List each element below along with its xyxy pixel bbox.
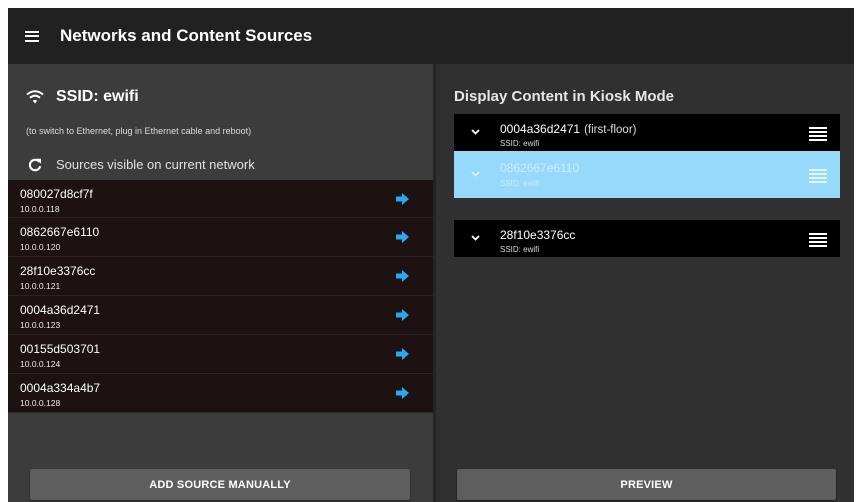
kiosk-item-name: 0004a36d2471 [500, 122, 581, 136]
kiosk-list: 0004a36d2471 (first-floor) SSID: ewifi 08… [454, 114, 840, 257]
list-item[interactable]: 0004a334a4b7 10.0.0.128 [8, 374, 433, 413]
source-ip: 10.0.0.120 [20, 242, 61, 252]
wifi-icon [26, 90, 44, 104]
ssid-row: SSID: ewifi [26, 88, 139, 106]
source-ip: 10.0.0.121 [20, 281, 61, 291]
kiosk-panel: Display Content in Kiosk Mode 0004a36d24… [436, 64, 854, 502]
sources-title: Sources visible on current network [56, 157, 255, 172]
source-name: 0862667e6110 [20, 225, 100, 239]
kiosk-title: Display Content in Kiosk Mode [454, 88, 675, 105]
source-name: 00155d503701 [20, 342, 101, 356]
sources-header: Sources visible on current network [28, 157, 255, 172]
kiosk-item-ssid: SSID: ewifi [500, 139, 540, 148]
app-window: Networks and Content Sources SSID: ewifi… [8, 8, 854, 502]
drag-handle-icon[interactable] [809, 233, 827, 247]
source-ip: 10.0.0.128 [20, 398, 61, 408]
ssid-label: SSID: ewifi [56, 88, 139, 105]
ethernet-hint: (to switch to Ethernet, plug in Ethernet… [26, 126, 252, 136]
source-name: 0004a334a4b7 [20, 381, 101, 395]
kiosk-item-name: 0862667e6110 [500, 161, 580, 175]
source-name: 28f10e3376cc [20, 264, 96, 278]
arrow-right-icon[interactable] [396, 309, 409, 321]
add-source-button[interactable]: ADD SOURCE MANUALLY [30, 469, 410, 500]
page-title: Networks and Content Sources [60, 26, 313, 45]
chevron-down-icon[interactable] [471, 129, 480, 135]
list-item[interactable]: 0004a36d2471 10.0.0.123 [8, 296, 433, 335]
arrow-right-icon[interactable] [396, 231, 409, 243]
source-name: 0004a36d2471 [20, 303, 101, 317]
app-bar: Networks and Content Sources [8, 8, 854, 64]
chevron-down-icon[interactable] [471, 235, 480, 241]
arrow-right-icon[interactable] [396, 270, 409, 282]
source-ip: 10.0.0.124 [20, 359, 61, 369]
kiosk-item[interactable]: 0004a36d2471 (first-floor) SSID: ewifi [454, 114, 840, 151]
source-ip: 10.0.0.123 [20, 320, 61, 330]
chevron-down-icon[interactable] [471, 171, 480, 177]
menu-icon[interactable] [25, 30, 39, 42]
source-ip: 10.0.0.118 [20, 204, 60, 214]
arrow-right-icon[interactable] [396, 387, 409, 399]
arrow-right-icon[interactable] [396, 193, 409, 205]
source-name: 080027d8cf7f [20, 187, 93, 201]
refresh-icon[interactable] [28, 158, 42, 172]
kiosk-item-selected[interactable]: 0862667e6110 SSID: ewifi [454, 151, 840, 198]
drag-handle-icon[interactable] [809, 127, 827, 141]
arrow-right-icon[interactable] [396, 348, 409, 360]
preview-button[interactable]: PREVIEW [457, 469, 836, 500]
kiosk-item-name: 28f10e3376cc [500, 228, 576, 242]
drag-handle-icon[interactable] [809, 169, 827, 183]
source-list: 080027d8cf7f 10.0.0.118 0862667e6110 10.… [8, 180, 433, 413]
list-item[interactable]: 080027d8cf7f 10.0.0.118 [8, 180, 433, 218]
kiosk-item-note: (first-floor) [584, 124, 637, 136]
kiosk-item-ssid: SSID: ewifi [500, 245, 540, 254]
kiosk-item-ssid: SSID: ewifi [500, 179, 540, 188]
list-item[interactable]: 00155d503701 10.0.0.124 [8, 335, 433, 374]
list-item[interactable]: 0862667e6110 10.0.0.120 [8, 218, 433, 257]
list-item[interactable]: 28f10e3376cc 10.0.0.121 [8, 257, 433, 296]
kiosk-item[interactable]: 28f10e3376cc SSID: ewifi [454, 220, 840, 257]
kiosk-drop-gap [454, 198, 840, 220]
network-panel: SSID: ewifi (to switch to Ethernet, plug… [8, 64, 433, 502]
